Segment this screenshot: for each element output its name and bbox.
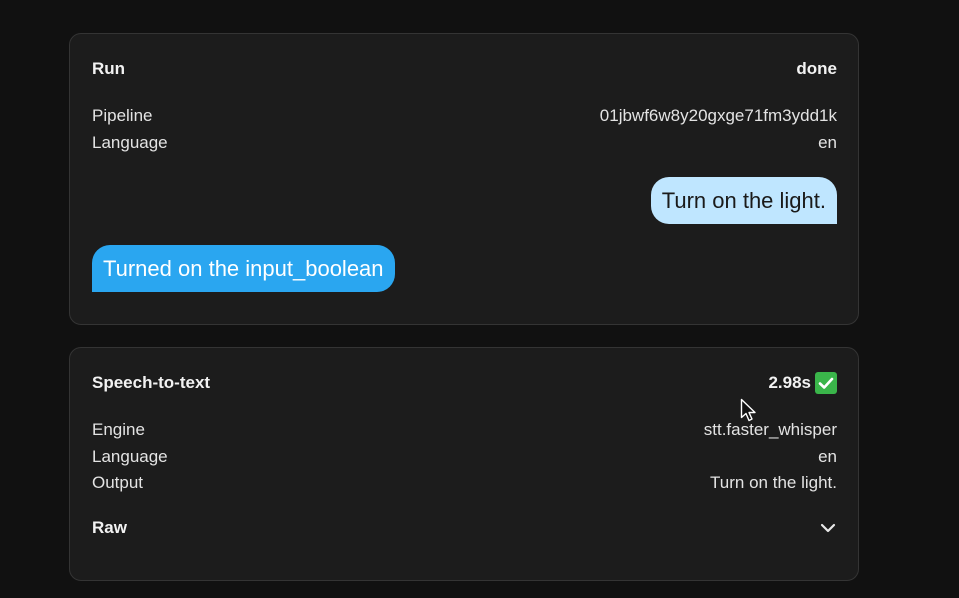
engine-value: stt.faster_whisper — [703, 420, 837, 439]
output-label: Output — [92, 473, 144, 492]
run-status: done — [796, 59, 837, 78]
language-label: Language — [92, 133, 168, 152]
run-title: Run — [92, 59, 126, 78]
pipeline-value: 01jbwf6w8y20gxge71fm3ydd1k — [599, 106, 837, 125]
raw-expander[interactable]: Raw — [92, 517, 837, 539]
output-row: Output Turn on the light. — [92, 472, 837, 494]
stt-language-label: Language — [92, 447, 168, 466]
language-row: Language en — [92, 132, 837, 154]
stt-language-row: Language en — [92, 446, 837, 468]
pipeline-label: Pipeline — [92, 106, 153, 125]
output-value: Turn on the light. — [710, 473, 837, 492]
agent-message-bubble: Turned on the input_boolean — [92, 245, 395, 292]
user-message-bubble: Turn on the light. — [650, 177, 837, 224]
mouse-cursor-icon — [740, 398, 756, 422]
engine-label: Engine — [92, 420, 145, 439]
stt-title: Speech-to-text — [92, 373, 211, 392]
stt-duration: 2.98s — [768, 373, 811, 392]
stt-duration-group: 2.98s — [768, 372, 837, 394]
stt-header: Speech-to-text 2.98s — [92, 372, 837, 394]
language-value: en — [818, 133, 837, 152]
engine-row: Engine stt.faster_whisper — [92, 419, 837, 441]
run-card: Run done Pipeline 01jbwf6w8y20gxge71fm3y… — [69, 33, 859, 325]
pipeline-row: Pipeline 01jbwf6w8y20gxge71fm3ydd1k — [92, 105, 837, 127]
chevron-down-icon[interactable] — [819, 519, 837, 537]
speech-to-text-card: Speech-to-text 2.98s Engine stt.faster_w… — [69, 347, 859, 581]
raw-label: Raw — [92, 518, 127, 537]
stt-language-value: en — [818, 447, 837, 466]
check-mark-icon — [815, 372, 837, 394]
run-header: Run done — [92, 58, 837, 80]
